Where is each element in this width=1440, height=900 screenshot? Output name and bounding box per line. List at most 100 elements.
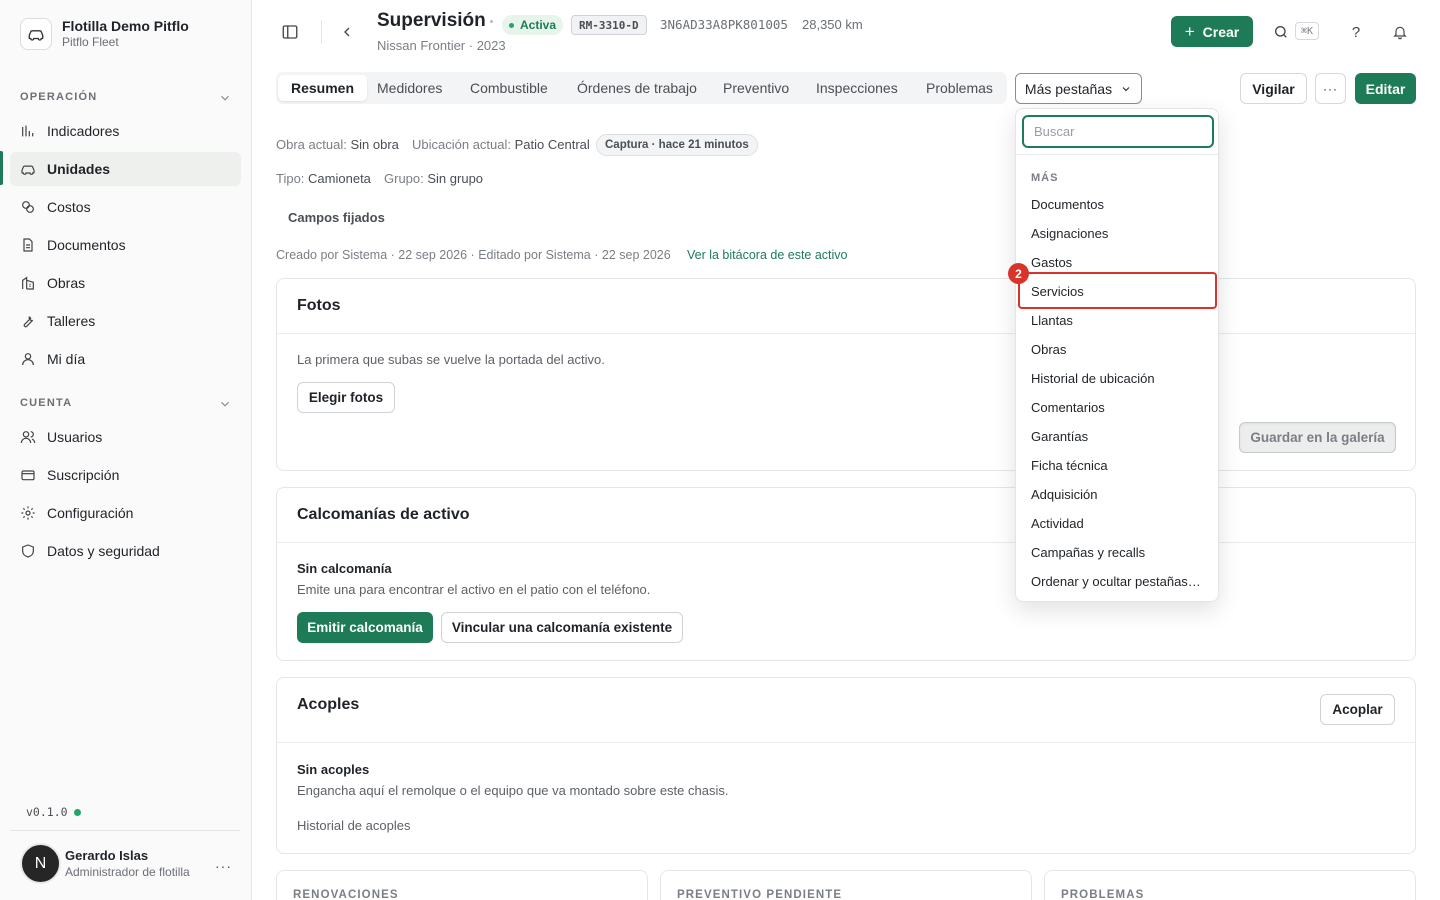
create-button[interactable]: + Crear — [1171, 16, 1253, 47]
divider — [277, 333, 1415, 334]
capture-badge: Captura · hace 21 minutos — [596, 134, 758, 156]
shortcut-hint: ⌘K — [1295, 22, 1320, 40]
dropdown-item[interactable]: Ordenar y ocultar pestañas… — [1031, 574, 1201, 589]
more-actions-button[interactable]: ··· — [1315, 73, 1346, 104]
sidebar-item-configuración[interactable]: Configuración — [10, 496, 241, 530]
user-icon — [20, 351, 36, 367]
sidebar-item-label: Indicadores — [47, 123, 120, 139]
version-label: v0.1.0 — [26, 805, 81, 819]
shield-icon — [20, 543, 36, 559]
odometer-text: 28,350 km — [802, 17, 863, 32]
couplings-card: Acoples Acoplar Sin acoples Engancha aqu… — [276, 677, 1416, 854]
sidebar-item-costos[interactable]: Costos — [10, 190, 241, 224]
help-icon[interactable]: ? — [1342, 18, 1370, 46]
stat-title: PREVENTIVO PENDIENTE — [677, 889, 843, 900]
step-badge: 2 — [1008, 263, 1029, 284]
log-link[interactable]: Ver la bitácora de este activo — [687, 248, 848, 262]
dropdown-item[interactable]: Ficha técnica — [1031, 458, 1108, 473]
renewals-card[interactable]: RENOVACIONES — [276, 870, 648, 900]
pending-preventive-card[interactable]: PREVENTIVO PENDIENTE — [660, 870, 1032, 900]
tab-medidores[interactable]: Medidores — [364, 75, 455, 101]
sidebar-item-datos-y-seguridad[interactable]: Datos y seguridad — [10, 534, 241, 568]
group-field: Grupo: Sin grupo — [384, 171, 483, 186]
type-label: Tipo: — [276, 171, 305, 186]
sidebar-item-mi-día[interactable]: Mi día — [10, 342, 241, 376]
dropdown-item[interactable]: Gastos — [1031, 255, 1072, 270]
sidebar-item-usuarios[interactable]: Usuarios — [10, 420, 241, 454]
sidebar-item-label: Configuración — [47, 505, 134, 521]
plus-icon: + — [1184, 21, 1195, 41]
dropdown-item[interactable]: Adquisición — [1031, 487, 1098, 502]
sidebar-item-talleres[interactable]: Talleres — [10, 304, 241, 338]
more-tabs-button[interactable]: Más pestañas — [1015, 73, 1142, 104]
back-chevron-icon[interactable] — [333, 18, 361, 46]
sidebar-item-unidades[interactable]: Unidades — [10, 152, 241, 186]
sidebar-item-suscripción[interactable]: Suscripción — [10, 458, 241, 492]
dropdown-item[interactable]: Documentos — [1031, 197, 1104, 212]
tab-preventivo[interactable]: Preventivo — [710, 75, 802, 101]
current-location: Ubicación actual: Patio Central — [412, 137, 590, 152]
divider — [10, 830, 240, 831]
status-dot — [73, 808, 81, 816]
dropdown-item[interactable]: Comentarios — [1031, 400, 1105, 415]
divider — [277, 742, 1415, 743]
group-value: Sin grupo — [427, 171, 484, 186]
emit-decal-button[interactable]: Emitir calcomanía — [297, 612, 433, 643]
dropdown-item[interactable]: Historial de ubicación — [1031, 371, 1155, 386]
dropdown-item[interactable]: Obras — [1031, 342, 1066, 357]
sidebar-item-indicadores[interactable]: Indicadores — [10, 114, 241, 148]
watch-button[interactable]: Vigilar — [1240, 73, 1307, 104]
sidebar-item-label: Usuarios — [47, 429, 103, 445]
search-icon[interactable] — [1267, 18, 1295, 46]
obra-label: Obra actual: — [276, 137, 347, 152]
decals-card: Calcomanías de activo Sin calcomanía Emi… — [276, 487, 1416, 661]
version-text: v0.1.0 — [26, 805, 68, 819]
couplings-history-link[interactable]: Historial de acoples — [297, 818, 410, 833]
audit-text: Creado por Sistema · 22 sep 2026 · Edita… — [276, 248, 671, 262]
user-name: Gerardo Islas — [65, 847, 149, 863]
separator-dot — [490, 20, 493, 23]
user-profile[interactable]: N Gerardo Islas Administrador de flotill… — [20, 843, 190, 884]
status-dot — [509, 22, 514, 28]
tab-problemas[interactable]: Problemas — [913, 75, 1006, 101]
sidebar: Flotilla Demo Pitflo Pitflo Fleet OPERAC… — [0, 0, 252, 900]
status-badge: Activa — [502, 15, 564, 35]
tab-órdenes-de-trabajo[interactable]: Órdenes de trabajo — [564, 75, 710, 101]
stat-title: PROBLEMAS — [1061, 889, 1145, 900]
pinned-fields-toggle[interactable]: Campos fijados — [288, 210, 385, 225]
sidebar-toggle-icon[interactable] — [276, 18, 304, 46]
decals-empty-title: Sin calcomanía — [297, 561, 392, 576]
problems-card[interactable]: PROBLEMAS — [1044, 870, 1416, 900]
dropdown-item[interactable]: Llantas — [1031, 313, 1073, 328]
sidebar-item-documentos[interactable]: Documentos — [10, 228, 241, 262]
card-icon — [20, 467, 36, 483]
group-label: Grupo: — [384, 171, 424, 186]
divider — [321, 20, 322, 44]
sidebar-item-label: Suscripción — [47, 467, 120, 483]
couple-button[interactable]: Acoplar — [1320, 694, 1395, 725]
sidebar-item-obras[interactable]: Obras — [10, 266, 241, 300]
create-label: Crear — [1202, 23, 1240, 40]
choose-photos-button[interactable]: Elegir fotos — [297, 382, 395, 413]
chevron-down-icon[interactable] — [218, 397, 232, 411]
edit-button[interactable]: Editar — [1355, 73, 1416, 104]
dropdown-item[interactable]: Asignaciones — [1031, 226, 1108, 241]
bell-icon[interactable] — [1386, 18, 1414, 46]
dropdown-search-input[interactable] — [1022, 115, 1214, 148]
link-decal-button[interactable]: Vincular una calcomanía existente — [441, 612, 683, 643]
photos-hint: La primera que subas se vuelve la portad… — [297, 352, 605, 367]
tab-combustible[interactable]: Combustible — [457, 75, 561, 101]
chevron-down-icon[interactable] — [218, 91, 232, 105]
dropdown-item[interactable]: Campañas y recalls — [1031, 545, 1145, 560]
org-switcher[interactable]: Flotilla Demo Pitflo Pitflo Fleet — [20, 17, 189, 50]
tab-resumen[interactable]: Resumen — [278, 75, 368, 101]
more-tabs-label: Más pestañas — [1024, 80, 1113, 97]
more-tabs-dropdown: MÁS DocumentosAsignacionesGastosServicio… — [1015, 108, 1219, 602]
user-menu-button[interactable]: ··· — [215, 858, 232, 874]
dropdown-item[interactable]: Garantías — [1031, 429, 1088, 444]
save-gallery-button[interactable]: Guardar en la galería — [1239, 422, 1396, 453]
document-icon — [20, 237, 36, 253]
dropdown-item[interactable]: Actividad — [1031, 516, 1084, 531]
org-subtitle: Pitflo Fleet — [62, 35, 119, 49]
tab-inspecciones[interactable]: Inspecciones — [803, 75, 911, 101]
